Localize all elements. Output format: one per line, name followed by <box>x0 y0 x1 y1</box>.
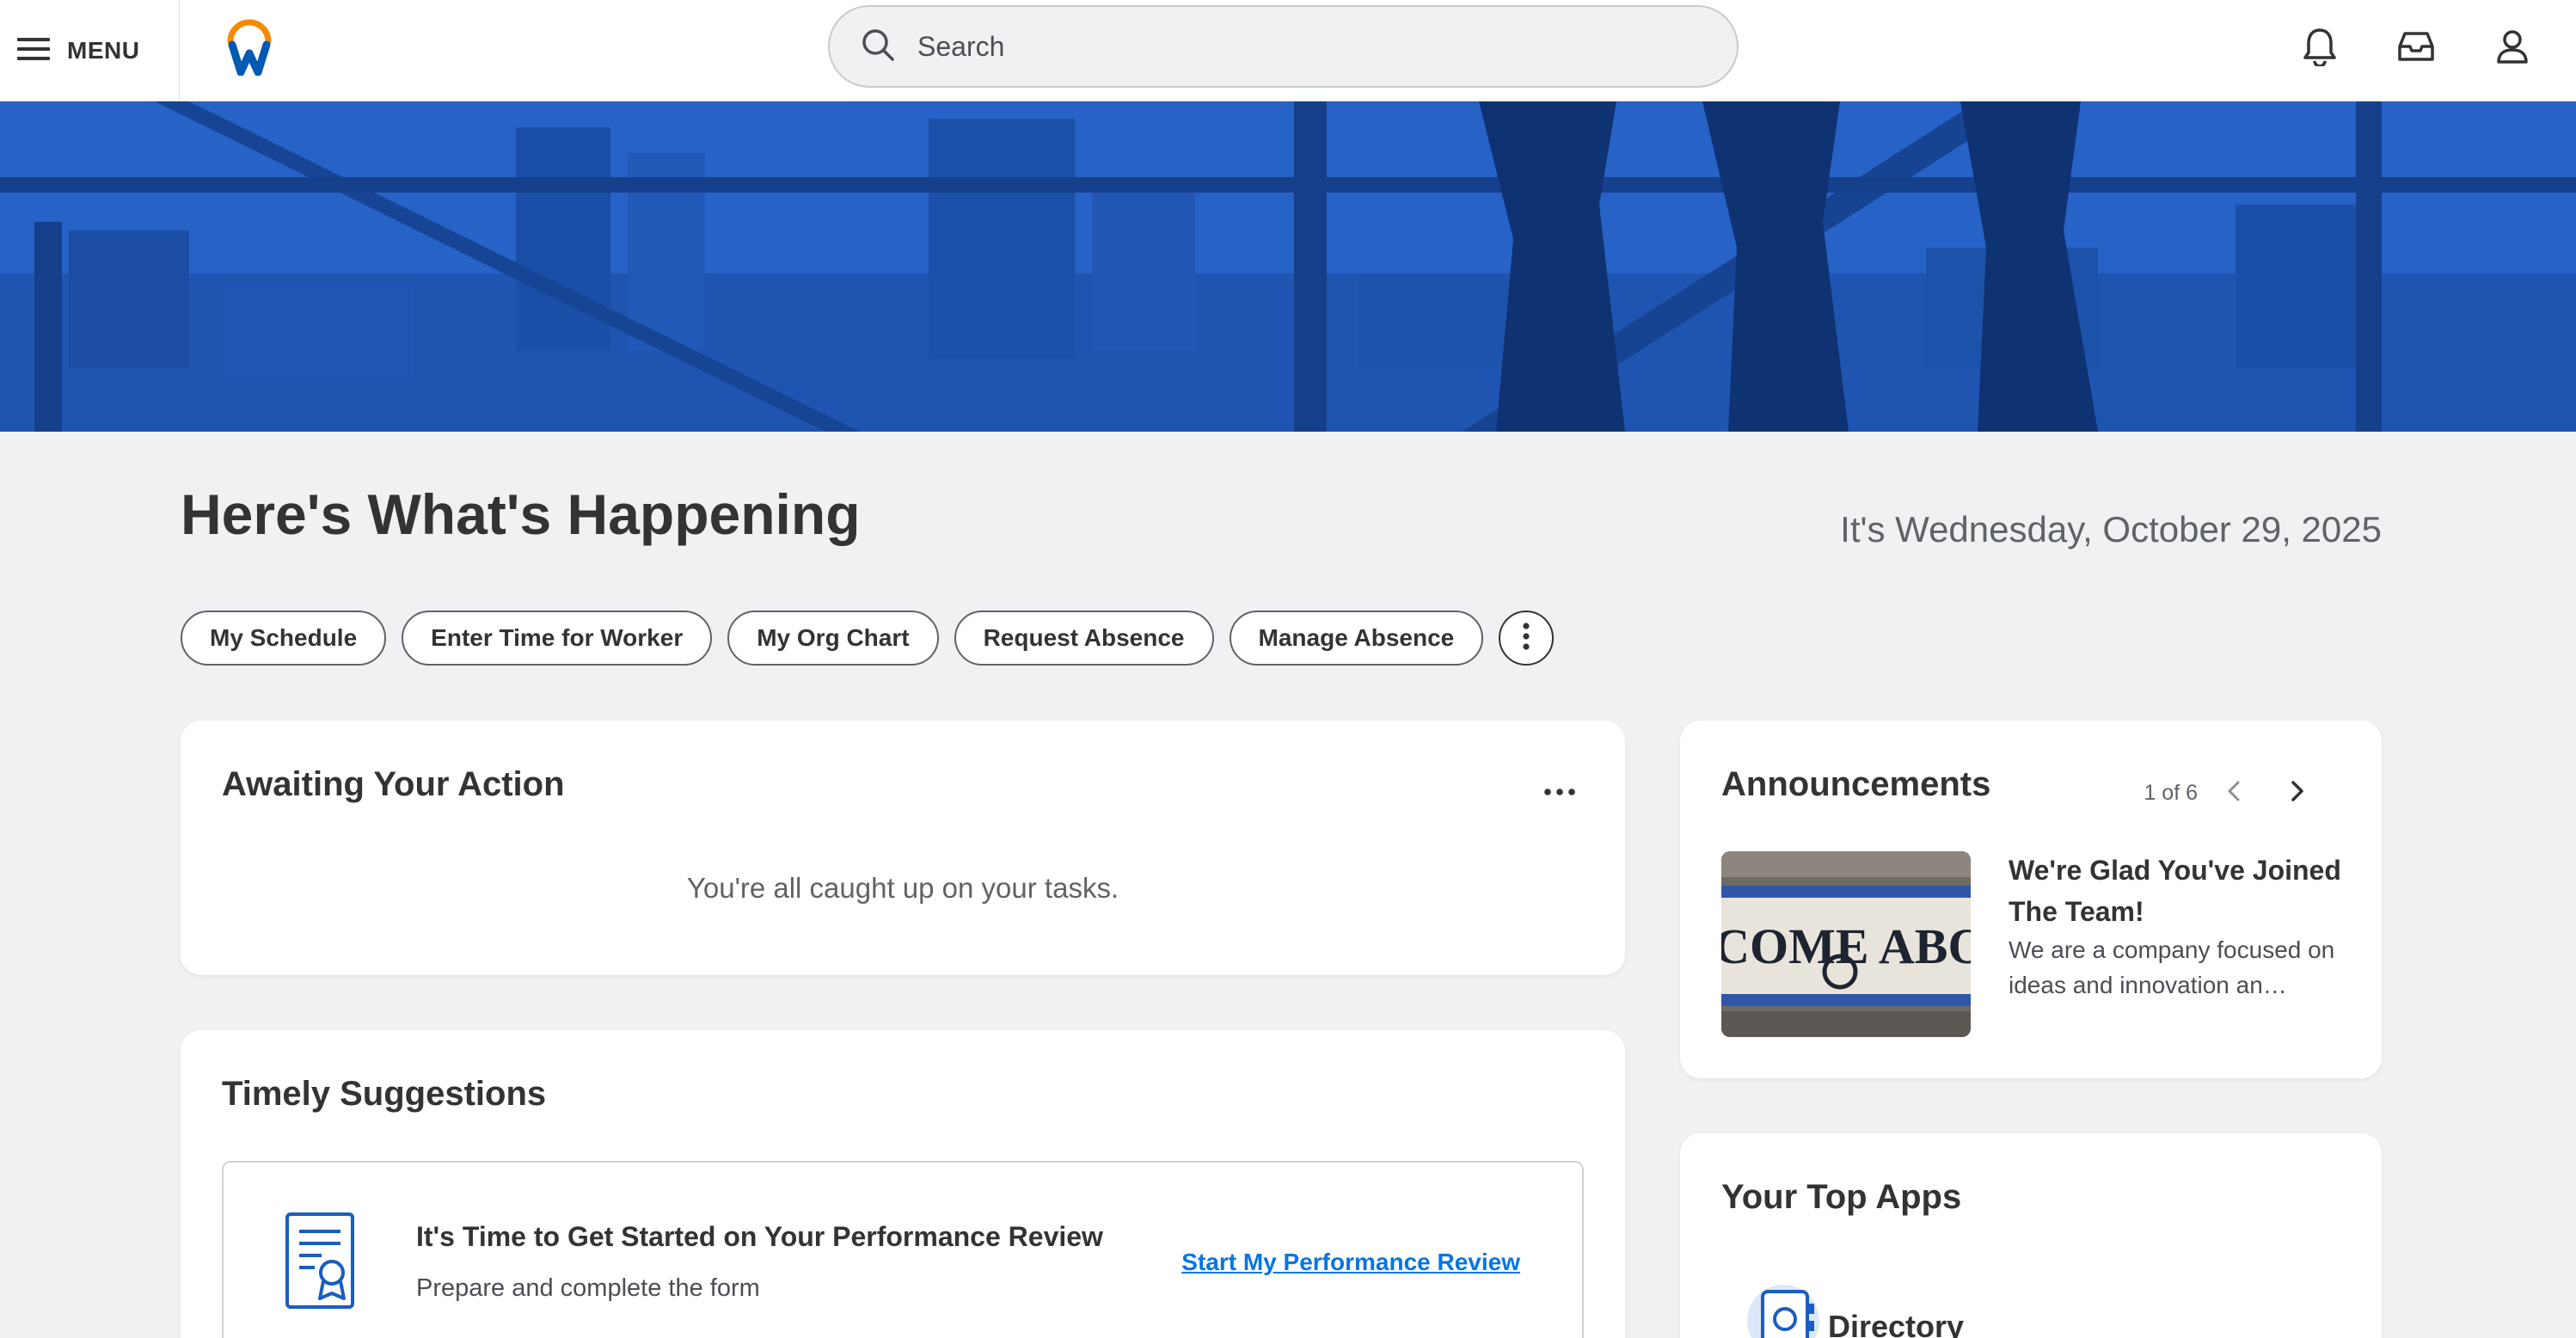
app-label: Directory <box>1828 1309 1965 1338</box>
request-absence-button[interactable]: Request Absence <box>954 611 1214 666</box>
manage-absence-button[interactable]: Manage Absence <box>1229 611 1484 666</box>
menu-icon <box>17 36 52 66</box>
chevron-left-icon <box>2227 780 2241 807</box>
top-bar: MENU <box>0 0 2576 101</box>
next-announcement-button[interactable] <box>2277 772 2318 813</box>
announcement-image[interactable]: WELCOME ABOARD <box>1721 851 1971 1037</box>
horizontal-dots-icon <box>1543 785 1576 801</box>
app-item-directory[interactable]: Directory <box>1740 1280 2256 1338</box>
quick-actions: My Schedule Enter Time for Worker My Org… <box>181 611 1555 666</box>
workday-logo[interactable] <box>225 19 273 77</box>
suggestion-title: It's Time to Get Started on Your Perform… <box>416 1221 1103 1252</box>
enter-time-for-worker-button[interactable]: Enter Time for Worker <box>402 611 713 666</box>
announcement-image-text: WELCOME ABOARD <box>1721 918 1971 974</box>
awaiting-action-title: Awaiting Your Action <box>222 765 565 803</box>
announcements-card: Announcements 1 of 6 WELCOME ABOARD We'r… <box>1680 721 2382 1078</box>
performance-review-icon <box>284 1211 356 1310</box>
my-schedule-button[interactable]: My Schedule <box>181 611 387 666</box>
search-bar[interactable] <box>828 5 1739 88</box>
current-date: It's Wednesday, October 29, 2025 <box>1840 509 2382 549</box>
menu-label: MENU <box>67 37 140 64</box>
hero-banner <box>0 101 2576 432</box>
my-org-chart-button[interactable]: My Org Chart <box>727 611 939 666</box>
menu-button[interactable]: MENU <box>0 0 180 101</box>
awaiting-empty-message: You're all caught up on your tasks. <box>686 872 1119 904</box>
profile-icon[interactable] <box>2488 22 2536 71</box>
announcements-pager: 1 of 6 <box>2144 781 2198 805</box>
page-title: Here's What's Happening <box>181 482 861 546</box>
top-apps-card: Your Top Apps Directory <box>1680 1133 2382 1338</box>
inbox-icon[interactable] <box>2392 22 2440 71</box>
search-icon <box>861 28 895 66</box>
announcement-description: We are a company focused on ideas and in… <box>2009 936 2335 998</box>
awaiting-options-button[interactable] <box>1539 776 1580 810</box>
awaiting-action-card: Awaiting Your Action You're all caught u… <box>181 721 1625 975</box>
vertical-dots-icon <box>1522 622 1530 655</box>
directory-icon <box>1740 1280 1826 1338</box>
hero-cityscape-image <box>0 101 2576 432</box>
announcement-title[interactable]: We're Glad You've Joined The Team! <box>2009 850 2344 932</box>
bell-icon[interactable] <box>2296 22 2344 71</box>
announcements-title: Announcements <box>1721 765 1991 803</box>
more-actions-button[interactable] <box>1499 611 1555 666</box>
search-input[interactable] <box>917 30 1691 63</box>
start-performance-review-link[interactable]: Start My Performance Review <box>1181 1249 1520 1276</box>
previous-announcement-button[interactable] <box>2213 772 2254 813</box>
chevron-right-icon <box>2291 780 2304 807</box>
timely-suggestions-card: Timely Suggestions It's Time to Get Star… <box>181 1030 1625 1338</box>
suggestion-item: It's Time to Get Started on Your Perform… <box>222 1161 1584 1338</box>
top-apps-title: Your Top Apps <box>1721 1178 1962 1216</box>
timely-suggestions-title: Timely Suggestions <box>222 1075 547 1113</box>
suggestion-subtitle: Prepare and complete the form <box>416 1274 760 1302</box>
